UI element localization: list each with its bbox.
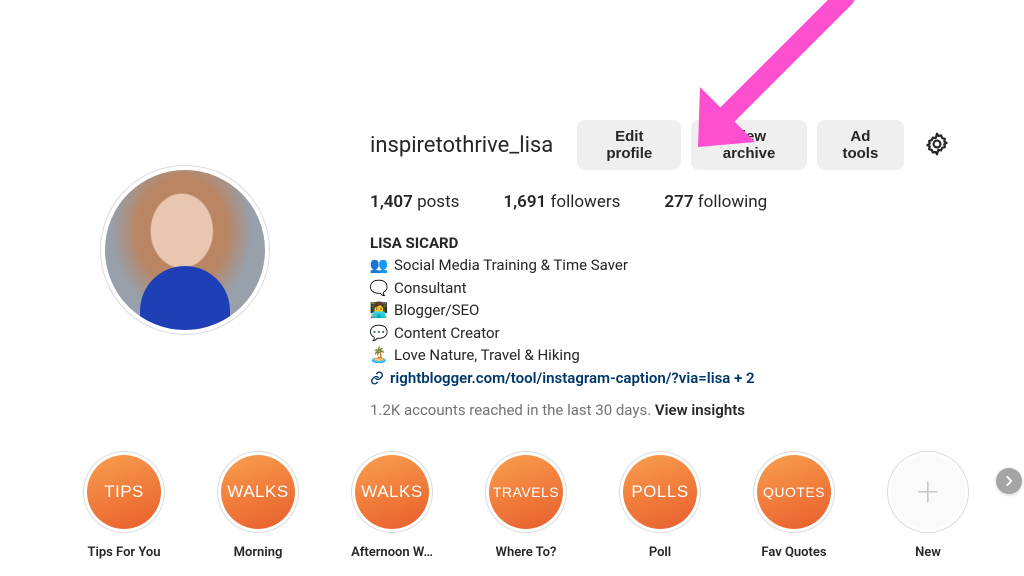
highlight-label: Fav Quotes xyxy=(761,545,826,560)
highlight-cover: QUOTES xyxy=(753,451,835,533)
view-archive-button[interactable]: View archive xyxy=(691,120,806,170)
highlight-cover: TRAVELS xyxy=(485,451,567,533)
bio-emoji: 🏝️ xyxy=(370,344,388,367)
bio-text: Consultant xyxy=(394,277,467,300)
bio-line: 👥 Social Media Training & Time Saver xyxy=(370,254,954,277)
chevron-right-icon xyxy=(1002,474,1016,488)
highlight-label: Tips For You xyxy=(87,545,160,560)
highlight-label: Morning xyxy=(234,545,283,560)
profile-actions-row: inspiretothrive_lisa Edit profile View a… xyxy=(370,120,954,170)
bio-link[interactable]: rightblogger.com/tool/instagram-caption/… xyxy=(370,369,954,387)
bio-name: LISA SICARD xyxy=(370,234,954,252)
stats-row: 1,407 posts 1,691 followers 277 followin… xyxy=(370,192,954,212)
highlight-label: Afternoon W… xyxy=(351,545,433,560)
highlight-label: Poll xyxy=(649,545,671,560)
highlight-cover: WALKS xyxy=(217,451,299,533)
bio-emoji: 👩‍💻 xyxy=(370,299,388,322)
ad-tools-button[interactable]: Ad tools xyxy=(817,120,904,170)
insights-row: 1.2K accounts reached in the last 30 day… xyxy=(370,401,954,419)
bio-line: 👩‍💻 Blogger/SEO xyxy=(370,299,954,322)
highlight-cover-text: QUOTES xyxy=(757,455,831,529)
followers-stat[interactable]: 1,691 followers xyxy=(503,192,620,212)
highlight-cover-text: TRAVELS xyxy=(489,455,563,529)
bio-text: Content Creator xyxy=(394,322,500,345)
highlights-next-button[interactable] xyxy=(996,468,1022,494)
highlight-cover: POLLS xyxy=(619,451,701,533)
highlights-row: TIPS Tips For You WALKS Morning WALKS Afterno… xyxy=(0,419,1024,560)
profile-info: inspiretothrive_lisa Edit profile View a… xyxy=(370,120,954,419)
profile-header: inspiretothrive_lisa Edit profile View a… xyxy=(0,0,1024,419)
highlight-cover-text: WALKS xyxy=(355,455,429,529)
highlight-new-cover: + xyxy=(887,451,969,533)
view-insights-link[interactable]: View insights xyxy=(655,401,745,419)
bio-emoji: 👥 xyxy=(370,254,388,277)
highlight-label: Where To? xyxy=(496,545,557,560)
plus-icon: + xyxy=(891,455,965,529)
bio-line: 🏝️ Love Nature, Travel & Hiking xyxy=(370,344,954,367)
highlight-cover: TIPS xyxy=(83,451,165,533)
settings-button[interactable] xyxy=(920,127,954,164)
edit-profile-button[interactable]: Edit profile xyxy=(577,120,681,170)
avatar[interactable] xyxy=(100,165,270,335)
bio-text: Blogger/SEO xyxy=(394,299,479,322)
highlight-item[interactable]: TRAVELS Where To? xyxy=(482,451,570,560)
highlight-item[interactable]: POLLS Poll xyxy=(616,451,704,560)
bio-line: 💬 Content Creator xyxy=(370,322,954,345)
highlight-cover: WALKS xyxy=(351,451,433,533)
highlight-item[interactable]: QUOTES Fav Quotes xyxy=(750,451,838,560)
highlight-new[interactable]: + New xyxy=(884,451,972,560)
username: inspiretothrive_lisa xyxy=(370,133,553,158)
highlight-item[interactable]: WALKS Afternoon W… xyxy=(348,451,436,560)
following-stat[interactable]: 277 following xyxy=(664,192,767,212)
posts-stat[interactable]: 1,407 posts xyxy=(370,192,459,212)
bio-text: Social Media Training & Time Saver xyxy=(394,254,628,277)
bio-lines: 👥 Social Media Training & Time Saver 🗨️ Con… xyxy=(370,254,954,367)
highlight-item[interactable]: WALKS Morning xyxy=(214,451,302,560)
bio-line: 🗨️ Consultant xyxy=(370,277,954,300)
highlight-item[interactable]: TIPS Tips For You xyxy=(80,451,168,560)
gear-icon xyxy=(924,131,950,157)
highlight-label: New xyxy=(915,545,941,560)
bio-emoji: 🗨️ xyxy=(370,277,388,300)
link-icon xyxy=(370,371,384,385)
bio-text: Love Nature, Travel & Hiking xyxy=(394,344,580,367)
bio-emoji: 💬 xyxy=(370,322,388,345)
highlight-cover-text: TIPS xyxy=(87,455,161,529)
highlight-cover-text: POLLS xyxy=(623,455,697,529)
highlight-cover-text: WALKS xyxy=(221,455,295,529)
